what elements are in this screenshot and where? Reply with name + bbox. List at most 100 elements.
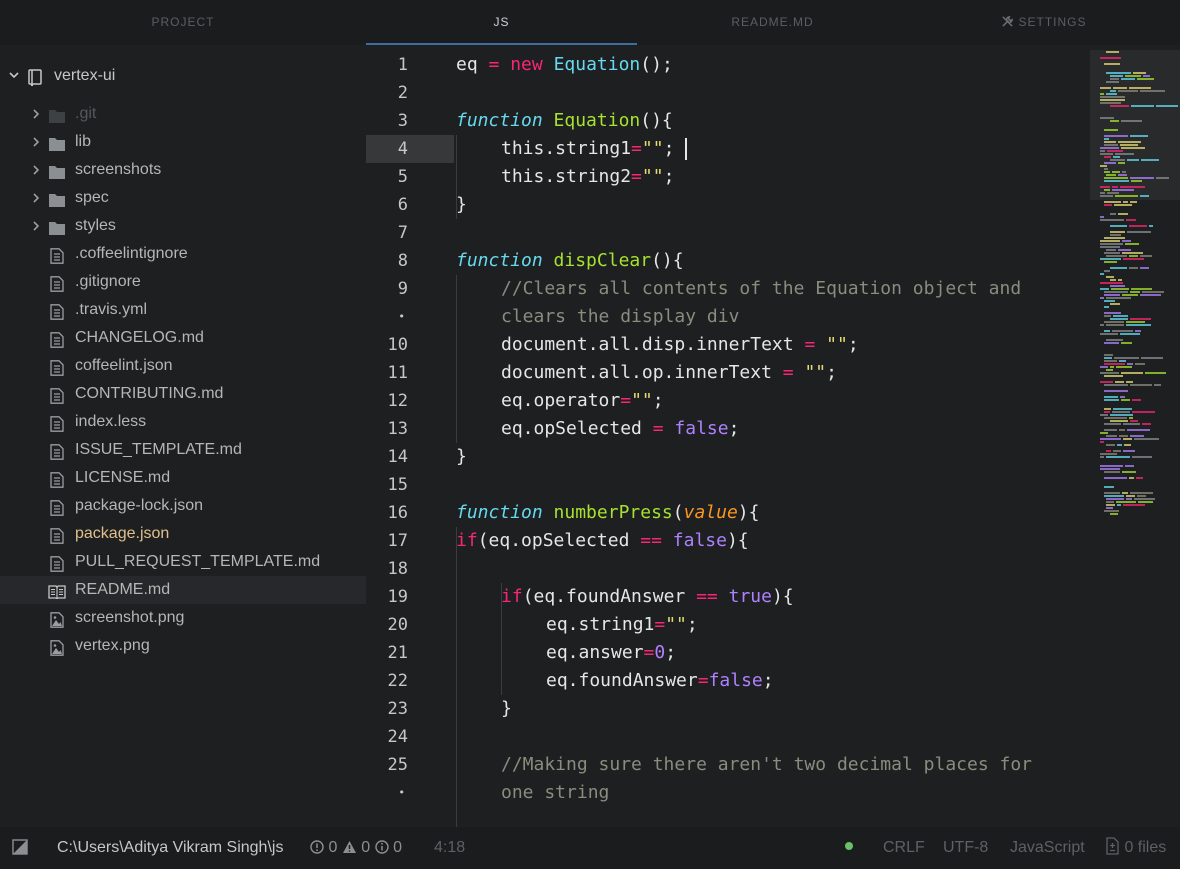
code-line[interactable]: if(eq.opSelected == false){ [456,527,749,555]
line-number-gutter[interactable]: 3 [366,107,454,135]
image-file-icon [48,610,66,628]
tree-file[interactable]: README.md [0,576,366,604]
line-number-gutter[interactable]: • [366,779,454,807]
tree-file[interactable]: vertex.png [0,632,366,660]
code-line[interactable]: } [456,443,467,471]
tree-file[interactable]: CHANGELOG.md [0,324,366,352]
line-number-gutter[interactable]: 16 [366,499,454,527]
line-number-gutter[interactable]: 4 [366,135,454,163]
line-number-gutter[interactable]: 18 [366,555,454,583]
code-line[interactable]: eq.string1=""; [546,611,698,639]
code-line[interactable]: function Equation(){ [456,107,673,135]
tab-settings[interactable]: SETTINGS [908,0,1180,45]
code-line[interactable]: } [456,191,467,219]
tree-file[interactable]: package-lock.json [0,492,366,520]
line-number-gutter[interactable]: 21 [366,639,454,667]
minimap-token [1100,333,1118,335]
tab-readme[interactable]: README.MD [637,0,908,45]
code-line[interactable]: eq = new Equation(); [456,51,673,79]
minimap-token [1106,51,1119,53]
line-number: 6 [397,195,408,215]
tab-project[interactable]: PROJECT [0,0,366,45]
tree-folder[interactable]: styles [0,212,366,240]
minimap-token [1104,471,1120,473]
line-number-gutter[interactable]: 6 [366,191,454,219]
tree-file[interactable]: screenshot.png [0,604,366,632]
minimap-token [1112,330,1133,332]
line-number-gutter[interactable]: 7 [366,219,454,247]
code-line[interactable]: //Clears all contents of the Equation ob… [501,275,1021,303]
tree-file[interactable]: CONTRIBUTING.md [0,380,366,408]
line-number-gutter[interactable]: 23 [366,695,454,723]
line-number-gutter[interactable]: 1 [366,51,454,79]
grammar-selector[interactable]: JavaScript [1010,827,1085,869]
line-number-gutter[interactable]: 19 [366,583,454,611]
tree-file[interactable]: PULL_REQUEST_TEMPLATE.md [0,548,366,576]
code-line[interactable]: //Making sure there aren't two decimal p… [501,751,1032,779]
minimap[interactable] [1090,45,1180,827]
line-number-gutter[interactable]: 20 [366,611,454,639]
minimap-token [1100,147,1119,149]
tree-folder[interactable]: screenshots [0,156,366,184]
line-number-gutter[interactable]: 14 [366,443,454,471]
line-number-gutter[interactable]: 5 [366,163,454,191]
line-number-gutter[interactable]: • [366,303,454,331]
code-token: document.all.op.innerText [501,362,783,383]
layout-toggle-icon[interactable] [12,827,28,869]
line-number-gutter[interactable]: 12 [366,387,454,415]
line-number-gutter[interactable]: 8 [366,247,454,275]
code-line[interactable]: document.all.op.innerText = ""; [501,359,837,387]
minimap-token [1106,369,1113,371]
code-token: "" [641,138,664,159]
code-editor[interactable]: 1 eq = new Equation(); 2 3 function Equation… [366,45,1090,827]
tree-folder[interactable]: spec [0,184,366,212]
tree-file[interactable]: .coffeelintignore [0,240,366,268]
changed-files[interactable]: 0 files [1104,827,1166,869]
line-number-gutter[interactable]: 24 [366,723,454,751]
code-line[interactable]: document.all.disp.innerText = ""; [501,331,859,359]
code-line[interactable]: eq.opSelected = false; [501,415,739,443]
tree-folder[interactable]: .git [0,100,366,128]
line-number-gutter[interactable]: 17 [366,527,454,555]
code-line[interactable]: function dispClear(){ [456,247,684,275]
code-line[interactable]: function numberPress(value){ [456,499,759,527]
code-line[interactable]: eq.operator=""; [501,387,664,415]
line-number-gutter[interactable]: 9 [366,275,454,303]
minimap-token [1140,267,1149,269]
tree-item-label: screenshot.png [75,609,185,626]
tree-file[interactable]: package.json [0,520,366,548]
tree-file[interactable]: LICENSE.md [0,464,366,492]
line-number-gutter[interactable]: 11 [366,359,454,387]
minimap-token [1106,435,1117,437]
code-line[interactable]: one string [501,779,609,807]
code-line[interactable]: if(eq.foundAnswer == true){ [501,583,794,611]
tree-file[interactable]: .gitignore [0,268,366,296]
code-line[interactable]: eq.foundAnswer=false; [546,667,774,695]
code-line[interactable]: eq.answer=0; [546,639,676,667]
diagnostics[interactable]: 0 0 0 [310,827,402,869]
code-line[interactable]: this.string1=""; [501,135,674,163]
tree-file[interactable]: .travis.yml [0,296,366,324]
tree-folder[interactable]: lib [0,128,366,156]
code-line[interactable]: clears the display div [501,303,739,331]
tab-js[interactable]: JS [366,0,637,45]
minimap-token [1104,384,1128,386]
line-number-gutter[interactable]: 2 [366,79,454,107]
cursor-position[interactable]: 4:18 [434,827,465,869]
line-number-gutter[interactable]: 13 [366,415,454,443]
line-number-gutter[interactable]: 15 [366,471,454,499]
file-path[interactable]: C:\Users\Aditya Vikram Singh\js [57,827,283,869]
tree-file[interactable]: coffeelint.json [0,352,366,380]
tree-file[interactable]: index.less [0,408,366,436]
line-number-gutter[interactable]: 10 [366,331,454,359]
code-line[interactable]: this.string2=""; [501,163,674,191]
code-line[interactable]: } [501,695,512,723]
tree-file[interactable]: ISSUE_TEMPLATE.md [0,436,366,464]
minimap-token [1106,93,1117,95]
line-ending[interactable]: CRLF [883,827,925,869]
line-number-gutter[interactable]: 25 [366,751,454,779]
line-number-gutter[interactable]: 22 [366,667,454,695]
file-encoding[interactable]: UTF-8 [943,827,988,869]
